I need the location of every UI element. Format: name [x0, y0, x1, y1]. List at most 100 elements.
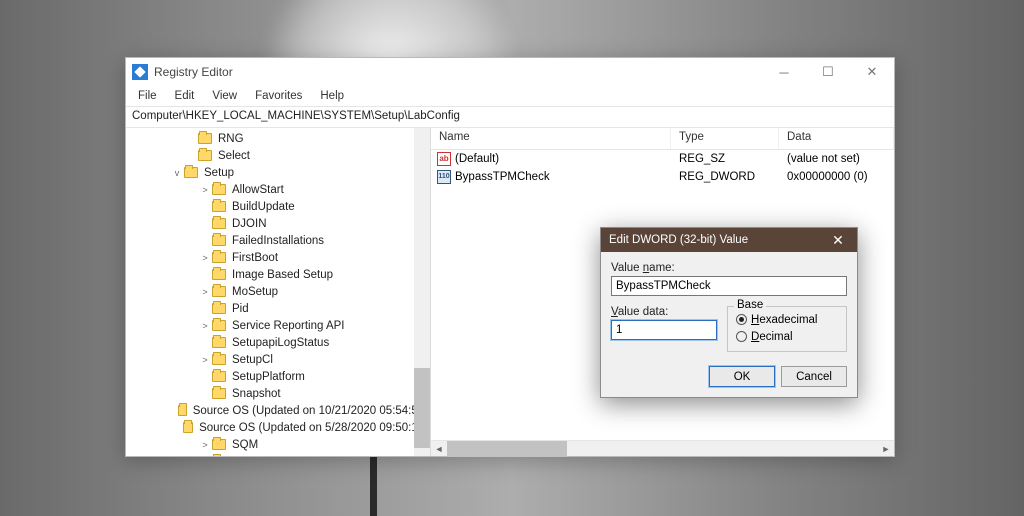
expand-icon[interactable]: > — [200, 185, 210, 195]
folder-icon — [212, 354, 226, 365]
values-header[interactable]: Name Type Data — [431, 128, 894, 150]
hscroll-right-icon[interactable]: ► — [878, 441, 894, 457]
tree-item[interactable]: Snapshot — [126, 385, 430, 402]
tree-item[interactable]: Image Based Setup — [126, 266, 430, 283]
tree-item-label: Image Based Setup — [230, 269, 335, 281]
radio-decimal[interactable]: Decimal — [736, 328, 838, 345]
tree-item[interactable]: > SQM — [126, 436, 430, 453]
value-name-field[interactable] — [611, 276, 847, 296]
tree-item[interactable]: > Service Reporting API — [126, 317, 430, 334]
col-header-name[interactable]: Name — [431, 128, 671, 149]
base-legend: Base — [734, 299, 766, 311]
col-header-data[interactable]: Data — [779, 128, 894, 149]
value-data: 0x00000000 (0) — [779, 171, 894, 183]
maximize-button[interactable]: ☐ — [806, 58, 850, 86]
tree-item[interactable]: > SetupCl — [126, 351, 430, 368]
col-header-type[interactable]: Type — [671, 128, 779, 149]
radio-dec-icon — [736, 331, 747, 342]
edit-dword-dialog: Edit DWORD (32-bit) Value ✕ Value name: … — [600, 227, 858, 398]
value-data-field[interactable] — [611, 320, 717, 340]
tree-item[interactable]: Select — [126, 147, 430, 164]
menu-file[interactable]: File — [130, 88, 165, 104]
titlebar[interactable]: Registry Editor ─ ☐ ✕ — [126, 58, 894, 86]
tree-item-label: MoSetup — [230, 286, 280, 298]
tree-item[interactable]: > FirstBoot — [126, 249, 430, 266]
table-row[interactable]: ab(Default)REG_SZ(value not set) — [431, 150, 894, 168]
expand-icon[interactable]: > — [200, 440, 210, 450]
close-button[interactable]: ✕ — [850, 58, 894, 86]
tree-item-label: Setup — [202, 167, 236, 179]
tree-item[interactable]: DJOIN — [126, 215, 430, 232]
tree-item[interactable]: > AllowStart — [126, 181, 430, 198]
tree-item-label: SetupCl — [230, 354, 275, 366]
folder-icon — [212, 303, 226, 314]
base-fieldset: Base Hexadecimal Decimal — [727, 306, 847, 352]
tree-item-label: Select — [216, 150, 252, 162]
expand-icon[interactable]: > — [200, 287, 210, 297]
tree-item[interactable]: BuildUpdate — [126, 198, 430, 215]
expand-icon[interactable]: v — [172, 168, 182, 178]
tree-item-label: Pid — [230, 303, 251, 315]
tree-item-label: FirstBoot — [230, 252, 280, 264]
menubar: File Edit View Favorites Help — [126, 86, 894, 106]
tree-pane[interactable]: RNG Select v Setup > AllowStart BuildUpdate DJO… — [126, 128, 431, 456]
address-bar[interactable]: Computer\HKEY_LOCAL_MACHINE\SYSTEM\Setup… — [126, 106, 894, 128]
tree-scrollbar-thumb[interactable] — [414, 368, 430, 448]
value-data: (value not set) — [779, 153, 894, 165]
tree-item-label: Snapshot — [230, 388, 283, 400]
tree-item[interactable]: RNG — [126, 130, 430, 147]
regedit-icon — [132, 64, 148, 80]
tree-item[interactable]: SetupapiLogStatus — [126, 334, 430, 351]
value-type-icon: 110 — [437, 170, 451, 184]
folder-icon — [198, 133, 212, 144]
tree-item[interactable]: v Setup — [126, 164, 430, 181]
menu-view[interactable]: View — [204, 88, 245, 104]
tree-item-label: Service Reporting API — [230, 320, 347, 332]
dialog-titlebar[interactable]: Edit DWORD (32-bit) Value ✕ — [601, 228, 857, 252]
ok-button[interactable]: OK — [709, 366, 775, 387]
folder-icon — [212, 337, 226, 348]
horizontal-scrollbar[interactable]: ◄ ► — [431, 440, 894, 456]
menu-help[interactable]: Help — [312, 88, 352, 104]
minimize-button[interactable]: ─ — [762, 58, 806, 86]
value-name-label: Value name: — [611, 262, 847, 274]
value-data-label: Value data: — [611, 306, 717, 318]
folder-icon — [212, 252, 226, 263]
menu-favorites[interactable]: Favorites — [247, 88, 310, 104]
tree-item[interactable]: >Status — [126, 453, 430, 456]
dialog-close-button[interactable]: ✕ — [819, 228, 857, 252]
tree-item[interactable]: Source OS (Updated on 5/28/2020 09:50:15… — [126, 419, 430, 436]
tree-item[interactable]: Source OS (Updated on 10/21/2020 05:54:5… — [126, 402, 430, 419]
value-type: REG_SZ — [671, 153, 779, 165]
folder-icon — [212, 286, 226, 297]
tree-item[interactable]: > MoSetup — [126, 283, 430, 300]
value-name: (Default) — [455, 153, 499, 165]
tree-item-label: DJOIN — [230, 218, 269, 230]
expand-icon[interactable]: > — [200, 321, 210, 331]
folder-icon — [183, 422, 193, 433]
tree-item-label: RNG — [216, 133, 246, 145]
tree-item[interactable]: Pid — [126, 300, 430, 317]
tree-item-label: Source OS (Updated on 5/28/2020 09:50:15… — [197, 422, 430, 434]
tree-item[interactable]: SetupPlatform — [126, 368, 430, 385]
value-name: BypassTPMCheck — [455, 171, 550, 183]
tree-item-label: SQM — [230, 439, 260, 451]
menu-edit[interactable]: Edit — [167, 88, 203, 104]
tree-item-label: FailedInstallations — [230, 235, 326, 247]
tree-item-label: SetupPlatform — [230, 371, 307, 383]
table-row[interactable]: 110BypassTPMCheckREG_DWORD0x00000000 (0) — [431, 168, 894, 186]
tree-item[interactable]: FailedInstallations — [126, 232, 430, 249]
hscroll-left-icon[interactable]: ◄ — [431, 441, 447, 457]
folder-icon — [212, 269, 226, 280]
radio-hexadecimal[interactable]: Hexadecimal — [736, 311, 838, 328]
folder-icon — [212, 184, 226, 195]
folder-icon — [212, 218, 226, 229]
folder-icon — [212, 439, 226, 450]
expand-icon[interactable]: > — [200, 355, 210, 365]
expand-icon[interactable]: > — [200, 253, 210, 263]
tree-item-label: Source OS (Updated on 10/21/2020 05:54:5… — [191, 405, 430, 417]
tree-item-label: SetupapiLogStatus — [230, 337, 331, 349]
tree-item-label: AllowStart — [230, 184, 286, 196]
hscroll-thumb[interactable] — [447, 441, 567, 457]
cancel-button[interactable]: Cancel — [781, 366, 847, 387]
